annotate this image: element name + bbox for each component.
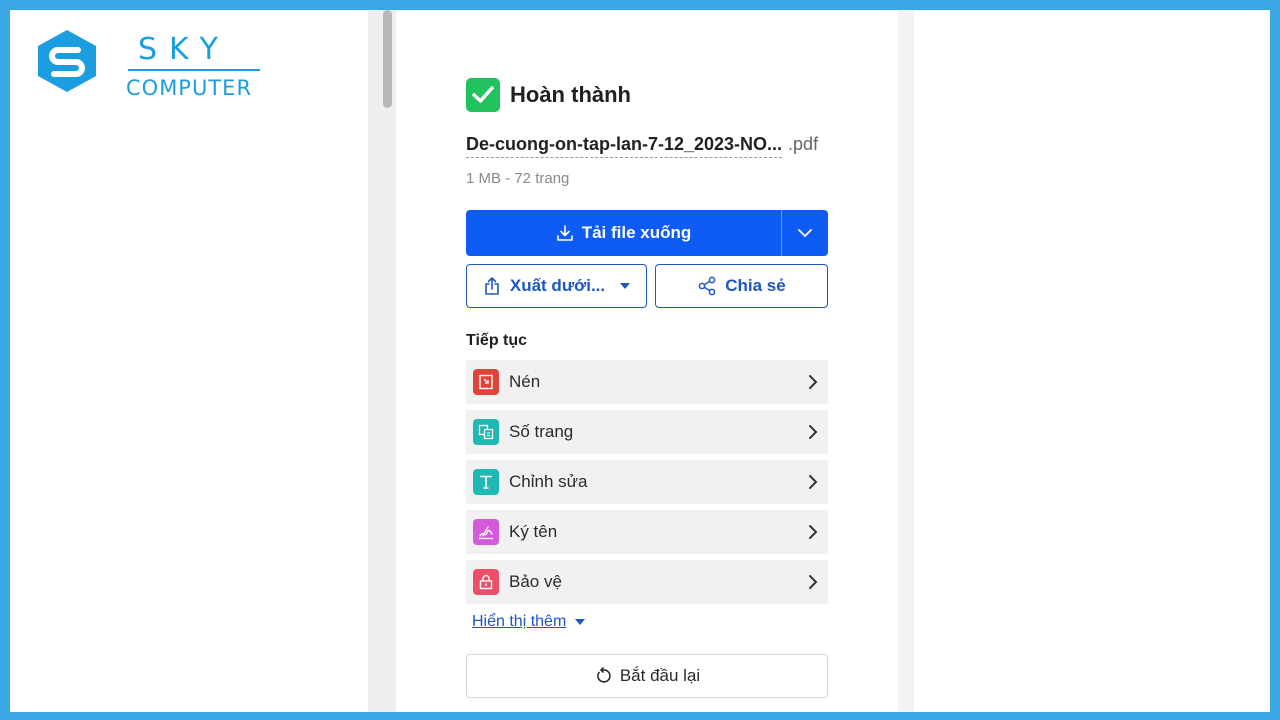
result-panel: Hoàn thành De-cuong-on-tap-lan-7-12_2023… xyxy=(466,10,828,712)
export-icon xyxy=(485,277,499,295)
logo-mark-icon xyxy=(38,30,96,92)
caret-down-icon xyxy=(620,283,631,289)
restart-button[interactable]: Bắt đầu lại xyxy=(466,654,828,698)
screen-frame: SKY COMPUTER Hoàn thành De-cuong-on-tap-… xyxy=(10,10,1270,712)
chevron-down-icon xyxy=(798,229,812,238)
tool-item-edit[interactable]: Chỉnh sửa xyxy=(466,460,828,504)
tool-label: Bảo vệ xyxy=(509,572,562,591)
download-button[interactable]: Tải file xuống xyxy=(466,210,781,256)
tool-item-compress[interactable]: Nén xyxy=(466,360,828,404)
continue-section-title: Tiếp tục xyxy=(466,332,528,349)
restart-label: Bắt đầu lại xyxy=(619,666,701,685)
page-number-icon xyxy=(473,419,499,445)
download-button-group: Tải file xuống xyxy=(466,210,828,256)
chevron-right-icon xyxy=(809,525,818,539)
chevron-right-icon xyxy=(809,425,818,439)
chevron-right-icon xyxy=(809,575,818,589)
download-options-button[interactable] xyxy=(782,210,828,256)
tool-item-page-numbers[interactable]: Số trang xyxy=(466,410,828,454)
export-label: Xuất dưới... xyxy=(509,276,606,295)
right-gutter xyxy=(898,10,914,712)
chevron-right-icon xyxy=(809,375,818,389)
export-button[interactable]: Xuất dưới... xyxy=(466,264,647,308)
caret-down-icon xyxy=(575,619,586,625)
download-icon xyxy=(556,225,573,241)
status-header: Hoàn thành xyxy=(466,78,631,112)
status-title: Hoàn thành xyxy=(510,82,631,107)
tool-label: Chỉnh sửa xyxy=(509,472,588,491)
file-name[interactable]: De-cuong-on-tap-lan-7-12_2023-NO... xyxy=(466,134,783,158)
tool-item-protect[interactable]: Bảo vệ xyxy=(466,560,828,604)
compress-icon xyxy=(473,369,499,395)
sky-computer-logo: SKY COMPUTER xyxy=(34,24,260,104)
tool-label: Số trang xyxy=(509,422,574,441)
show-more-label: Hiển thị thêm xyxy=(472,613,567,630)
share-button[interactable]: Chia sẻ xyxy=(655,264,828,308)
left-gutter xyxy=(368,10,396,712)
share-icon xyxy=(698,276,716,296)
tool-item-sign[interactable]: Ký tên xyxy=(466,510,828,554)
logo-text-computer: COMPUTER xyxy=(126,76,253,100)
chevron-right-icon xyxy=(809,475,818,489)
lock-icon xyxy=(473,569,499,595)
sign-icon xyxy=(473,519,499,545)
file-meta: 1 MB - 72 trang xyxy=(466,170,570,187)
check-icon xyxy=(466,78,500,112)
file-name-row: De-cuong-on-tap-lan-7-12_2023-NO... .pdf xyxy=(466,134,818,158)
edit-text-icon xyxy=(473,469,499,495)
share-label: Chia sẻ xyxy=(725,276,786,295)
show-more-link[interactable]: Hiển thị thêm xyxy=(472,613,586,631)
scrollbar-thumb[interactable] xyxy=(383,10,392,108)
logo-divider xyxy=(128,69,260,71)
tool-label: Nén xyxy=(509,372,541,391)
restart-icon xyxy=(596,667,611,683)
file-extension: .pdf xyxy=(788,134,819,154)
tool-label: Ký tên xyxy=(509,522,558,541)
logo-text-sky: SKY xyxy=(138,32,230,67)
download-label: Tải file xuống xyxy=(581,223,692,242)
